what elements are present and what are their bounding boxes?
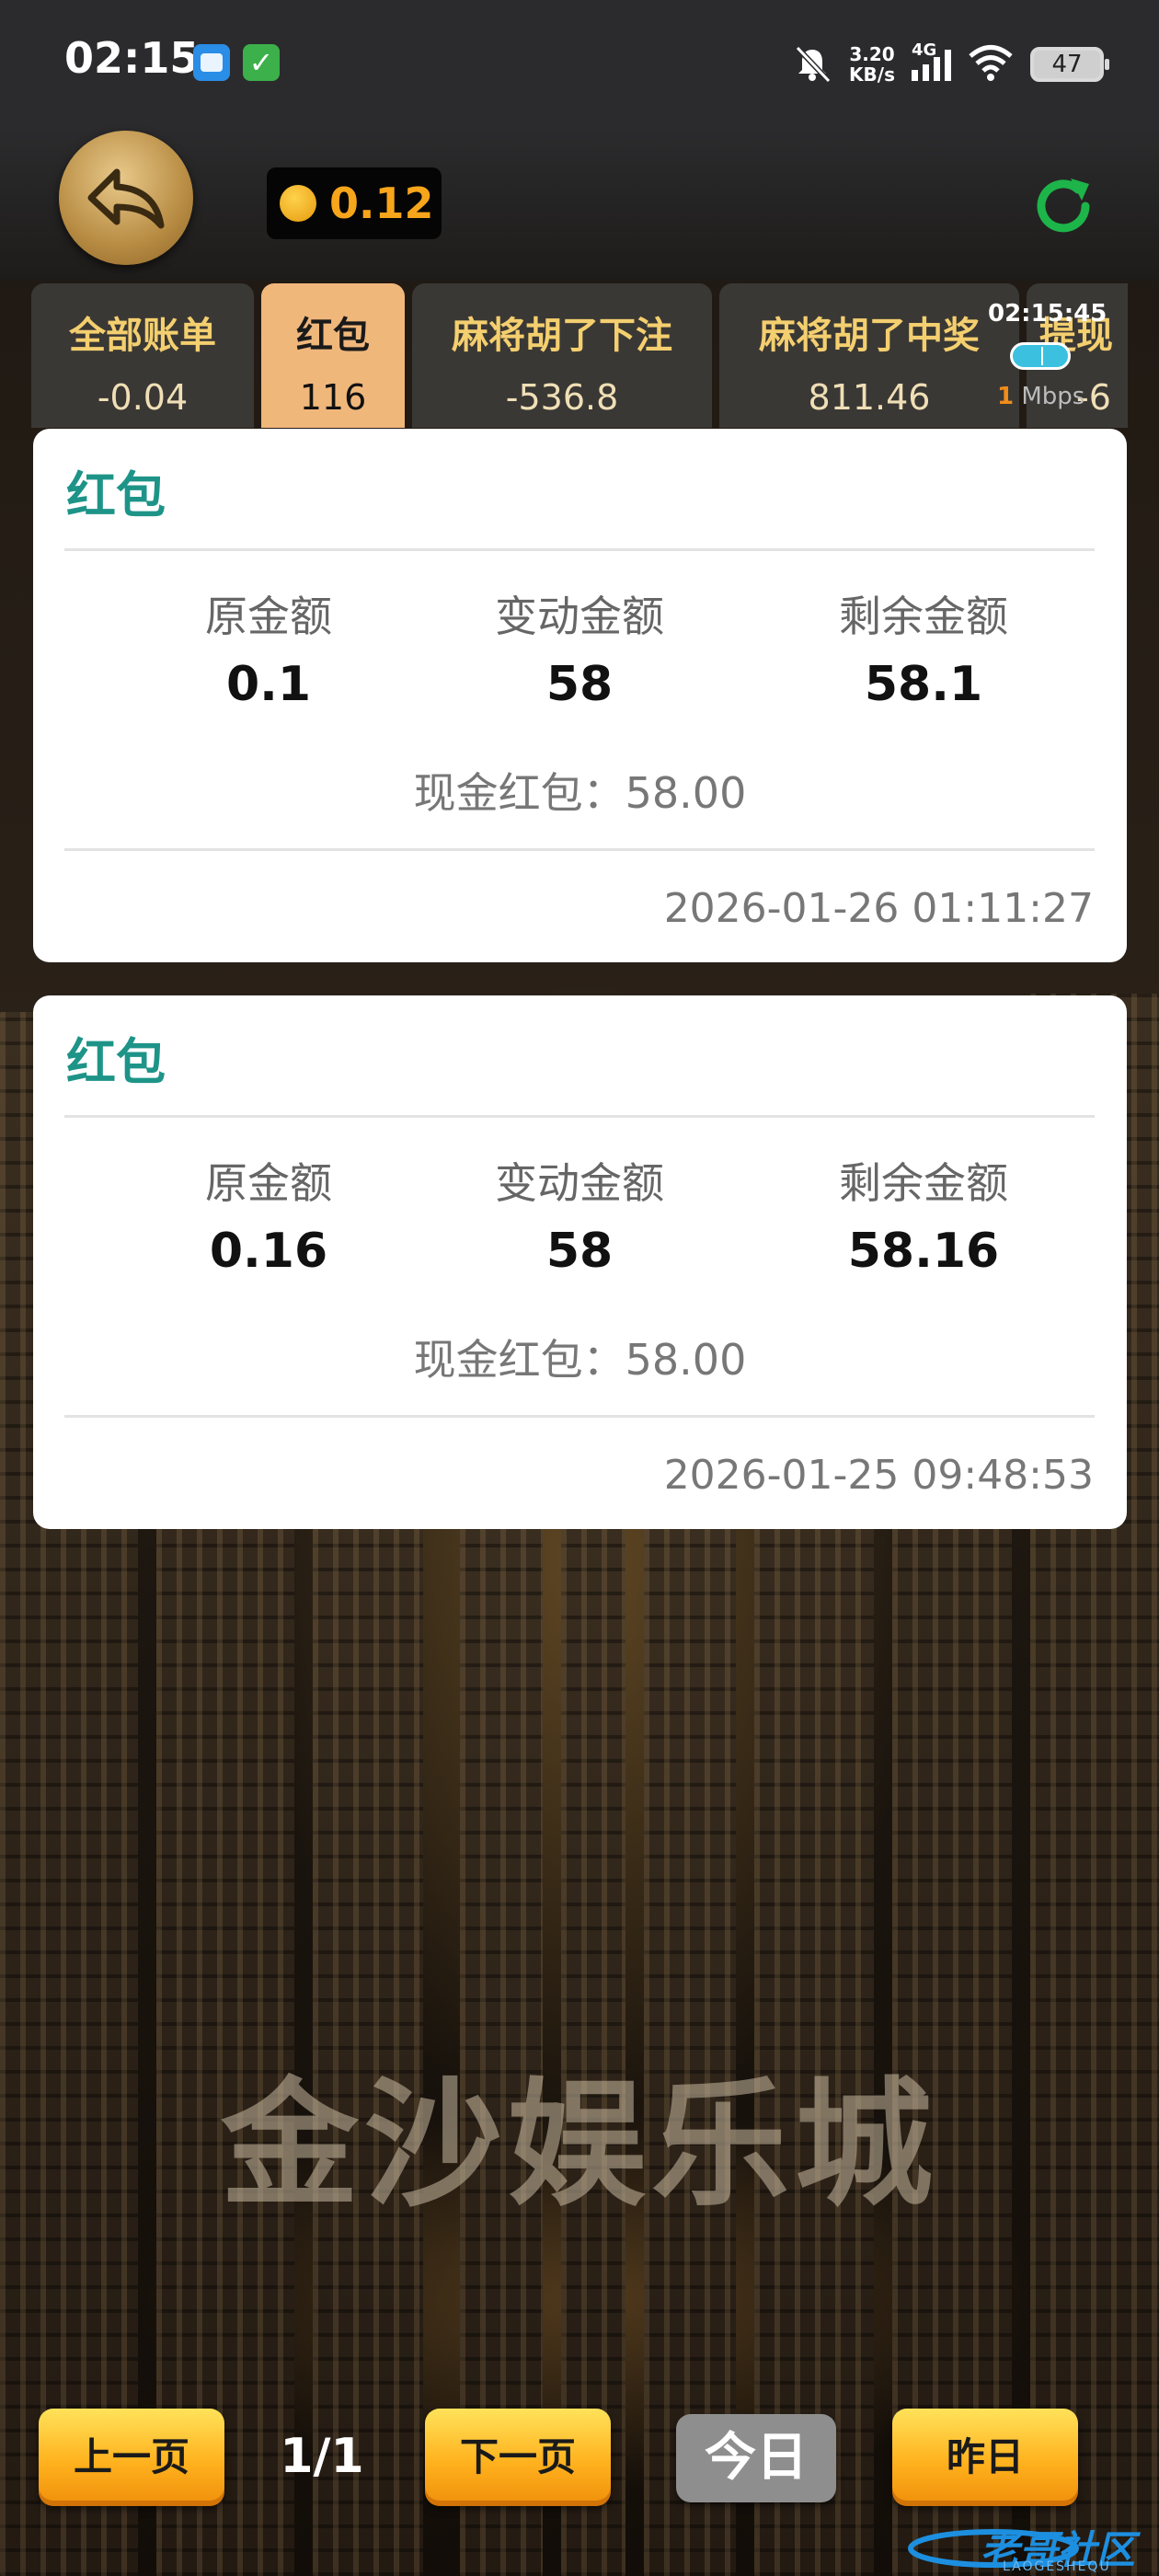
checkmark-icon: ✓ <box>243 44 280 81</box>
balance-display: 0.12 <box>267 167 442 239</box>
refresh-icon <box>1037 178 1090 233</box>
tab-value: -0.04 <box>97 377 189 418</box>
tab-mahjong-win[interactable]: 麻将胡了中奖 811.46 <box>719 283 1019 428</box>
tab-value: 116 <box>299 377 367 418</box>
network-speed: 3.20 KB/s <box>849 43 895 86</box>
record-timestamp: 2026-01-26 01:11:27 <box>663 885 1094 932</box>
page-indicator: 1/1 <box>280 2429 364 2484</box>
battery-icon: 47 <box>1030 47 1109 82</box>
next-page-button[interactable]: 下一页 <box>425 2409 611 2506</box>
divider <box>64 1415 1095 1418</box>
remaining-amount: 剩余金额 58.16 <box>839 1158 1008 1279</box>
tab-label: 麻将胡了中奖 <box>759 315 980 357</box>
yesterday-button[interactable]: 昨日 <box>892 2409 1078 2506</box>
cellular-signal-icon: 4G <box>912 40 951 81</box>
tab-mahjong-bet[interactable]: 麻将胡了下注 -536.8 <box>412 283 712 428</box>
tab-red-packet[interactable]: 红包 116 <box>261 283 405 428</box>
original-amount: 原金额 0.1 <box>205 592 332 712</box>
original-amount: 原金额 0.16 <box>205 1158 332 1279</box>
change-amount: 变动金额 58 <box>495 1158 664 1279</box>
record-timestamp: 2026-01-25 09:48:53 <box>663 1452 1094 1499</box>
refresh-button[interactable] <box>1027 169 1100 243</box>
overlay-toggle-icon[interactable] <box>1010 342 1071 370</box>
back-arrow-icon <box>87 168 165 229</box>
back-button[interactable] <box>59 131 193 265</box>
wifi-icon <box>968 44 1014 85</box>
tab-value: -536.8 <box>505 377 619 418</box>
record-type: 红包 <box>66 1033 166 1091</box>
tab-label: 红包 <box>296 315 370 357</box>
tab-label: 麻将胡了下注 <box>452 315 672 357</box>
building <box>313 1380 423 2576</box>
coin-icon <box>280 185 316 222</box>
overlay-clock: 02:15:45 <box>988 300 1107 328</box>
record-card: 红包 原金额 0.16 变动金额 58 剩余金额 58.16 现金红包：58.0… <box>33 995 1127 1529</box>
overlay-speed: 1 Mbps <box>997 383 1085 410</box>
divider <box>64 1115 1095 1118</box>
casino-name-banner: 金沙娱乐城 <box>220 2065 938 2225</box>
divider <box>64 848 1095 851</box>
building <box>754 1380 874 2576</box>
header: 0.12 <box>0 129 1159 281</box>
divider <box>64 548 1095 551</box>
tab-label: 全部账单 <box>69 315 216 357</box>
status-bar: 02:15 ✓ 3.20 KB/s 4G 47 <box>0 0 1159 129</box>
tab-value: 811.46 <box>808 377 931 418</box>
today-button[interactable]: 今日 <box>676 2414 836 2502</box>
record-type: 红包 <box>66 466 166 524</box>
bell-muted-icon <box>792 44 832 85</box>
record-note: 现金红包：58.00 <box>413 768 747 818</box>
status-time: 02:15 <box>64 33 200 83</box>
watermark-subtext: LAOGESHEQU <box>1003 2559 1111 2574</box>
category-tabs: 全部账单 -0.04 红包 116 麻将胡了下注 -536.8 麻将胡了中奖 8… <box>31 283 1128 428</box>
remaining-amount: 剩余金额 58.1 <box>839 592 1008 712</box>
record-card: 红包 原金额 0.1 变动金额 58 剩余金额 58.1 现金红包：58.00 … <box>33 429 1127 962</box>
balance-value: 0.12 <box>329 178 434 228</box>
tab-all-bills[interactable]: 全部账单 -0.04 <box>31 283 254 428</box>
app-notification-icon <box>193 44 230 81</box>
prev-page-button[interactable]: 上一页 <box>39 2409 224 2506</box>
change-amount: 变动金额 58 <box>495 592 664 712</box>
record-note: 现金红包：58.00 <box>413 1335 747 1385</box>
